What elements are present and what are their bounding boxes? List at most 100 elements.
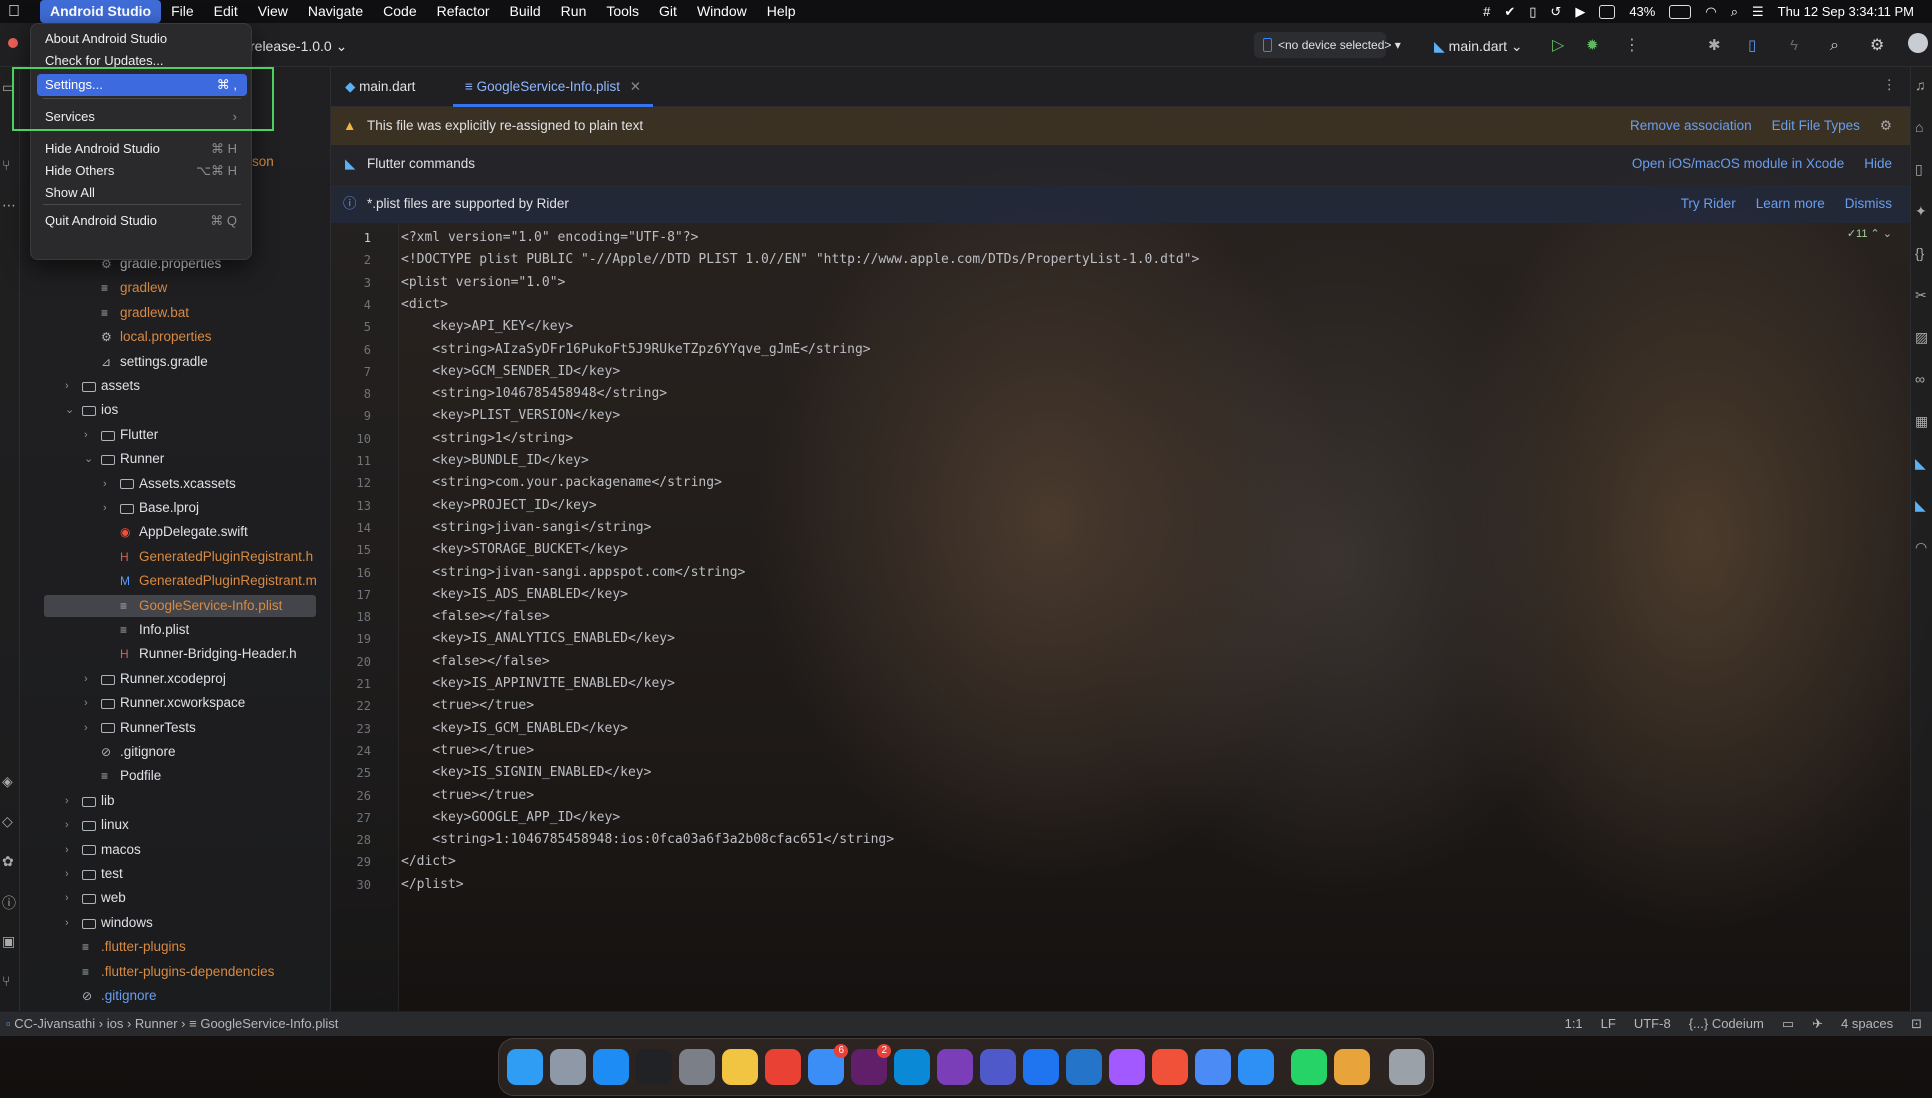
chevron-right-icon[interactable]: › bbox=[103, 473, 113, 495]
flutter-tray-icon[interactable]: # bbox=[1483, 4, 1490, 19]
tree-item[interactable]: H Runner-Bridging-Header.h bbox=[20, 643, 330, 665]
app-menu-item-show-all[interactable]: Show All bbox=[37, 182, 247, 204]
tree-item[interactable]: › windows bbox=[20, 912, 330, 934]
code-line[interactable]: <string>1046785458948</string> bbox=[401, 383, 667, 405]
display-icon[interactable] bbox=[1599, 4, 1616, 19]
file-encoding[interactable]: UTF-8 bbox=[1634, 1016, 1671, 1032]
flutter-inspector-icon[interactable]: ◣ bbox=[1915, 455, 1926, 472]
flash-icon[interactable]: ϟ bbox=[1790, 35, 1798, 57]
wifi-debug-icon[interactable]: ◠ bbox=[1915, 539, 1927, 556]
code-line[interactable]: <?xml version="1.0" encoding="UTF-8"?> bbox=[401, 227, 698, 249]
code-line[interactable]: <false></false> bbox=[401, 606, 549, 628]
run-icon[interactable]: ▷ bbox=[1552, 35, 1564, 57]
breadcrumb-item[interactable]: GoogleService-Info.plist bbox=[200, 1016, 338, 1031]
tree-item[interactable]: ⌄ Runner bbox=[20, 448, 330, 470]
image-icon[interactable]: ▨ bbox=[1915, 329, 1928, 346]
notifications-icon[interactable]: ♫ bbox=[1915, 77, 1926, 93]
tree-item[interactable]: › Flutter bbox=[20, 424, 330, 446]
apple-icon[interactable]:  bbox=[8, 3, 30, 21]
rocket-icon[interactable]: ✈ bbox=[1812, 1016, 1823, 1032]
code-line[interactable]: <string>1:1046785458948:ios:0fca03a6f3a2… bbox=[401, 829, 894, 851]
menu-edit[interactable]: Edit bbox=[204, 0, 248, 23]
code-line[interactable]: <key>API_KEY</key> bbox=[401, 316, 573, 338]
tree-item[interactable]: › lib bbox=[20, 790, 330, 812]
code-line[interactable]: <string>jivan-sangi</string> bbox=[401, 517, 651, 539]
app-menu-item-hide-android-studio[interactable]: Hide Android Studio ⌘ H bbox=[37, 138, 247, 160]
vs-code-dock-icon[interactable] bbox=[1066, 1049, 1102, 1085]
tree-item[interactable]: ≡ gradlew bbox=[20, 277, 330, 299]
indent-setting[interactable]: 4 spaces bbox=[1841, 1016, 1893, 1032]
tab-googleservice-plist[interactable]: ≡ GoogleService-Info.plist ✕ bbox=[453, 67, 654, 107]
trash-dock-icon[interactable] bbox=[1389, 1049, 1425, 1085]
app-menu-item-hide-others[interactable]: Hide Others ⌥⌘ H bbox=[37, 160, 247, 182]
tree-item[interactable]: › Assets.xcassets bbox=[20, 473, 330, 495]
menu-git[interactable]: Git bbox=[649, 0, 687, 23]
chevron-right-icon[interactable]: › bbox=[103, 497, 113, 519]
menu-app-name[interactable]: Android Studio bbox=[40, 0, 162, 23]
tree-item[interactable]: ≡ Podfile bbox=[20, 765, 330, 787]
breadcrumb-item[interactable]: CC-Jivansathi bbox=[14, 1016, 95, 1031]
wifi-icon[interactable]: ◠ bbox=[1705, 4, 1716, 20]
battery-icon[interactable] bbox=[1669, 4, 1692, 19]
system-settings-dock-icon[interactable] bbox=[679, 1049, 715, 1085]
tree-item[interactable]: ≡ .flutter-plugins bbox=[20, 936, 330, 958]
device-selector[interactable]: <no device selected> ▾ bbox=[1254, 32, 1401, 58]
code-line[interactable]: <string>jivan-sangi.appspot.com</string> bbox=[401, 562, 745, 584]
chevron-right-icon[interactable]: › bbox=[84, 717, 94, 739]
notes-dock-icon[interactable] bbox=[722, 1049, 758, 1085]
build-variants-icon[interactable]: ◇ bbox=[2, 813, 13, 830]
code-line[interactable]: <!DOCTYPE plist PUBLIC "-//Apple//DTD PL… bbox=[401, 249, 1199, 271]
line-separator[interactable]: LF bbox=[1601, 1016, 1616, 1032]
mail-dock-icon[interactable]: 6 bbox=[808, 1044, 848, 1085]
chevron-down-icon[interactable]: ⌄ bbox=[65, 399, 75, 421]
readonly-icon[interactable]: ▭ bbox=[1782, 1016, 1794, 1032]
code-line[interactable]: <key>STORAGE_BUCKET</key> bbox=[401, 539, 628, 561]
time-machine-icon[interactable]: ↺ bbox=[1550, 4, 1561, 20]
layout-inspector-icon[interactable]: ▦ bbox=[1915, 413, 1928, 430]
terminal-icon[interactable]: ▣ bbox=[2, 933, 15, 950]
edit-file-types-link[interactable]: Edit File Types bbox=[1772, 107, 1860, 145]
lock-icon[interactable]: ⊡ bbox=[1911, 1016, 1922, 1032]
tree-item[interactable]: ⊘ .gitignore bbox=[20, 741, 330, 763]
menu-view[interactable]: View bbox=[248, 0, 298, 23]
tools-icon[interactable]: ✂ bbox=[1915, 287, 1927, 304]
code-line[interactable]: <key>BUNDLE_ID</key> bbox=[401, 450, 589, 472]
banner-gear-icon[interactable]: ⚙ bbox=[1880, 107, 1892, 145]
tree-item[interactable]: › linux bbox=[20, 814, 330, 836]
menu-tools[interactable]: Tools bbox=[596, 0, 649, 23]
teams-dock-icon[interactable] bbox=[980, 1049, 1016, 1085]
menu-build[interactable]: Build bbox=[500, 0, 551, 23]
problems-icon[interactable]: ⓘ bbox=[2, 893, 16, 913]
code-line[interactable]: </plist> bbox=[401, 874, 464, 896]
code-line[interactable]: <true></true> bbox=[401, 695, 534, 717]
chevron-right-icon[interactable]: › bbox=[65, 863, 75, 885]
code-line[interactable]: <false></false> bbox=[401, 651, 549, 673]
chevron-right-icon[interactable]: › bbox=[84, 692, 94, 714]
tree-item[interactable]: ⊿ settings.gradle bbox=[20, 351, 330, 373]
android-studio-dock-icon[interactable] bbox=[1195, 1049, 1231, 1085]
hide-link[interactable]: Hide bbox=[1864, 145, 1892, 183]
chevron-right-icon[interactable]: › bbox=[65, 814, 75, 836]
menu-file[interactable]: File bbox=[161, 0, 204, 23]
tree-item[interactable]: › macos bbox=[20, 839, 330, 861]
clock[interactable]: Thu 12 Sep 3:34:11 PM bbox=[1778, 4, 1914, 19]
more-actions-icon[interactable]: ⋮ bbox=[1624, 35, 1640, 57]
github-desktop-dock-icon[interactable] bbox=[937, 1049, 973, 1085]
tab-main-dart[interactable]: ◆ main.dart bbox=[345, 67, 415, 107]
tree-item[interactable]: › assets bbox=[20, 375, 330, 397]
code-line[interactable]: <true></true> bbox=[401, 740, 534, 762]
run-config-selector[interactable]: ◣ main.dart ⌄ bbox=[1434, 35, 1523, 57]
open-xcode-link[interactable]: Open iOS/macOS module in Xcode bbox=[1632, 145, 1844, 183]
chevron-right-icon[interactable]: › bbox=[65, 375, 75, 397]
remove-association-link[interactable]: Remove association bbox=[1630, 107, 1752, 145]
control-center-icon[interactable]: ☰ bbox=[1752, 4, 1764, 20]
breadcrumb-item[interactable]: Runner bbox=[135, 1016, 178, 1031]
code-line[interactable]: <string>1</string> bbox=[401, 428, 573, 450]
code-line[interactable]: <key>PLIST_VERSION</key> bbox=[401, 405, 620, 427]
more-tools-icon[interactable]: ⋯ bbox=[2, 197, 16, 214]
tree-item[interactable]: ⚙ local.properties bbox=[20, 326, 330, 348]
code-line[interactable]: <dict> bbox=[401, 294, 448, 316]
menu-help[interactable]: Help bbox=[757, 0, 806, 23]
menu-code[interactable]: Code bbox=[373, 0, 426, 23]
play-tray-icon[interactable]: ▶ bbox=[1575, 4, 1585, 20]
